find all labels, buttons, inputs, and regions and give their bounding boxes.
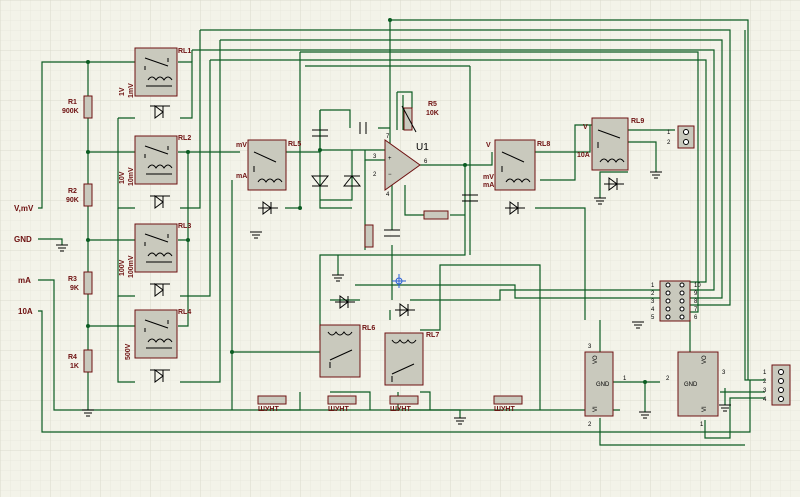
relay-rl5-label-1: mV: [236, 142, 247, 149]
resistor-r2-value: 90K: [66, 197, 79, 204]
connector-10pin-pin-10: 10: [694, 283, 701, 289]
resistor-r4-value: 1K: [70, 363, 79, 370]
relay-rl2-label-2: 10mV: [128, 167, 135, 186]
relay-rl2-label-1: 10V: [119, 171, 126, 184]
relay-rl3-ref: RL3: [178, 223, 191, 230]
relay-rl5-label-2: mA: [236, 173, 247, 180]
relay-rl1-ref: RL1: [178, 48, 191, 55]
relay-rl8-label-1: V: [486, 142, 491, 149]
shunt-4-label: ШУНТ: [494, 406, 515, 413]
relay-rl7-ref: RL7: [426, 332, 439, 339]
shunt-3-label: ШУНТ: [390, 406, 411, 413]
input-label-gnd: GND: [14, 235, 32, 244]
relay-rl5-ref: RL5: [288, 141, 301, 148]
resistor-r2-ref: R2: [68, 188, 77, 195]
regulator-2-gnd: GND: [684, 382, 698, 388]
input-label-10a: 10A: [18, 307, 33, 316]
relay-rl8-ref: RL8: [537, 141, 550, 148]
resistor-r5-value: 10K: [426, 110, 439, 117]
relay-rl6-ref: RL6: [362, 325, 375, 332]
shunt-1-label: ШУНТ: [258, 406, 279, 413]
schematic-canvas: V,mV GND mA 10A R1 900K R2 90K R3 9K R4 …: [0, 0, 800, 497]
resistor-r1-ref: R1: [68, 99, 77, 106]
grid-background: [0, 0, 800, 497]
relay-rl4-label-1: 500V: [125, 343, 132, 360]
opamp-u1-ref: U1: [416, 142, 429, 153]
resistor-r3-value: 9K: [70, 285, 79, 292]
relay-rl9-ref: RL9: [631, 118, 644, 125]
relay-rl8-label-3: mA: [483, 182, 494, 189]
relay-rl8-label-2: mV: [483, 174, 494, 181]
input-label-v-mv: V,mV: [14, 204, 34, 213]
svg-text:−: −: [388, 172, 392, 178]
resistor-r4-ref: R4: [68, 354, 77, 361]
relay-rl9-label-1: V: [583, 124, 588, 131]
resistor-r3-ref: R3: [68, 276, 77, 283]
relay-rl1-label-2: 1mV: [128, 83, 135, 98]
resistor-r1-value: 900K: [62, 108, 79, 115]
svg-text:+: +: [388, 156, 392, 162]
shunt-2-label: ШУНТ: [328, 406, 349, 413]
relay-rl3-label-1: 100V: [119, 259, 126, 276]
regulator-2-vi: VI: [702, 406, 708, 412]
relay-rl2-ref: RL2: [178, 135, 191, 142]
relay-rl4-ref: RL4: [178, 309, 191, 316]
relay-rl3-label-2: 100mV: [128, 255, 135, 278]
resistor-r5-ref: R5: [428, 101, 437, 108]
relay-rl9-label-2: 10A: [577, 152, 590, 159]
relay-rl1-label-1: 1V: [119, 87, 126, 96]
regulator-1-vo: VO: [593, 355, 599, 364]
regulator-2-vo: VO: [702, 355, 708, 364]
input-label-ma: mA: [18, 276, 31, 285]
regulator-1-vi: VI: [593, 406, 599, 412]
regulator-1-gnd: GND: [596, 382, 610, 388]
